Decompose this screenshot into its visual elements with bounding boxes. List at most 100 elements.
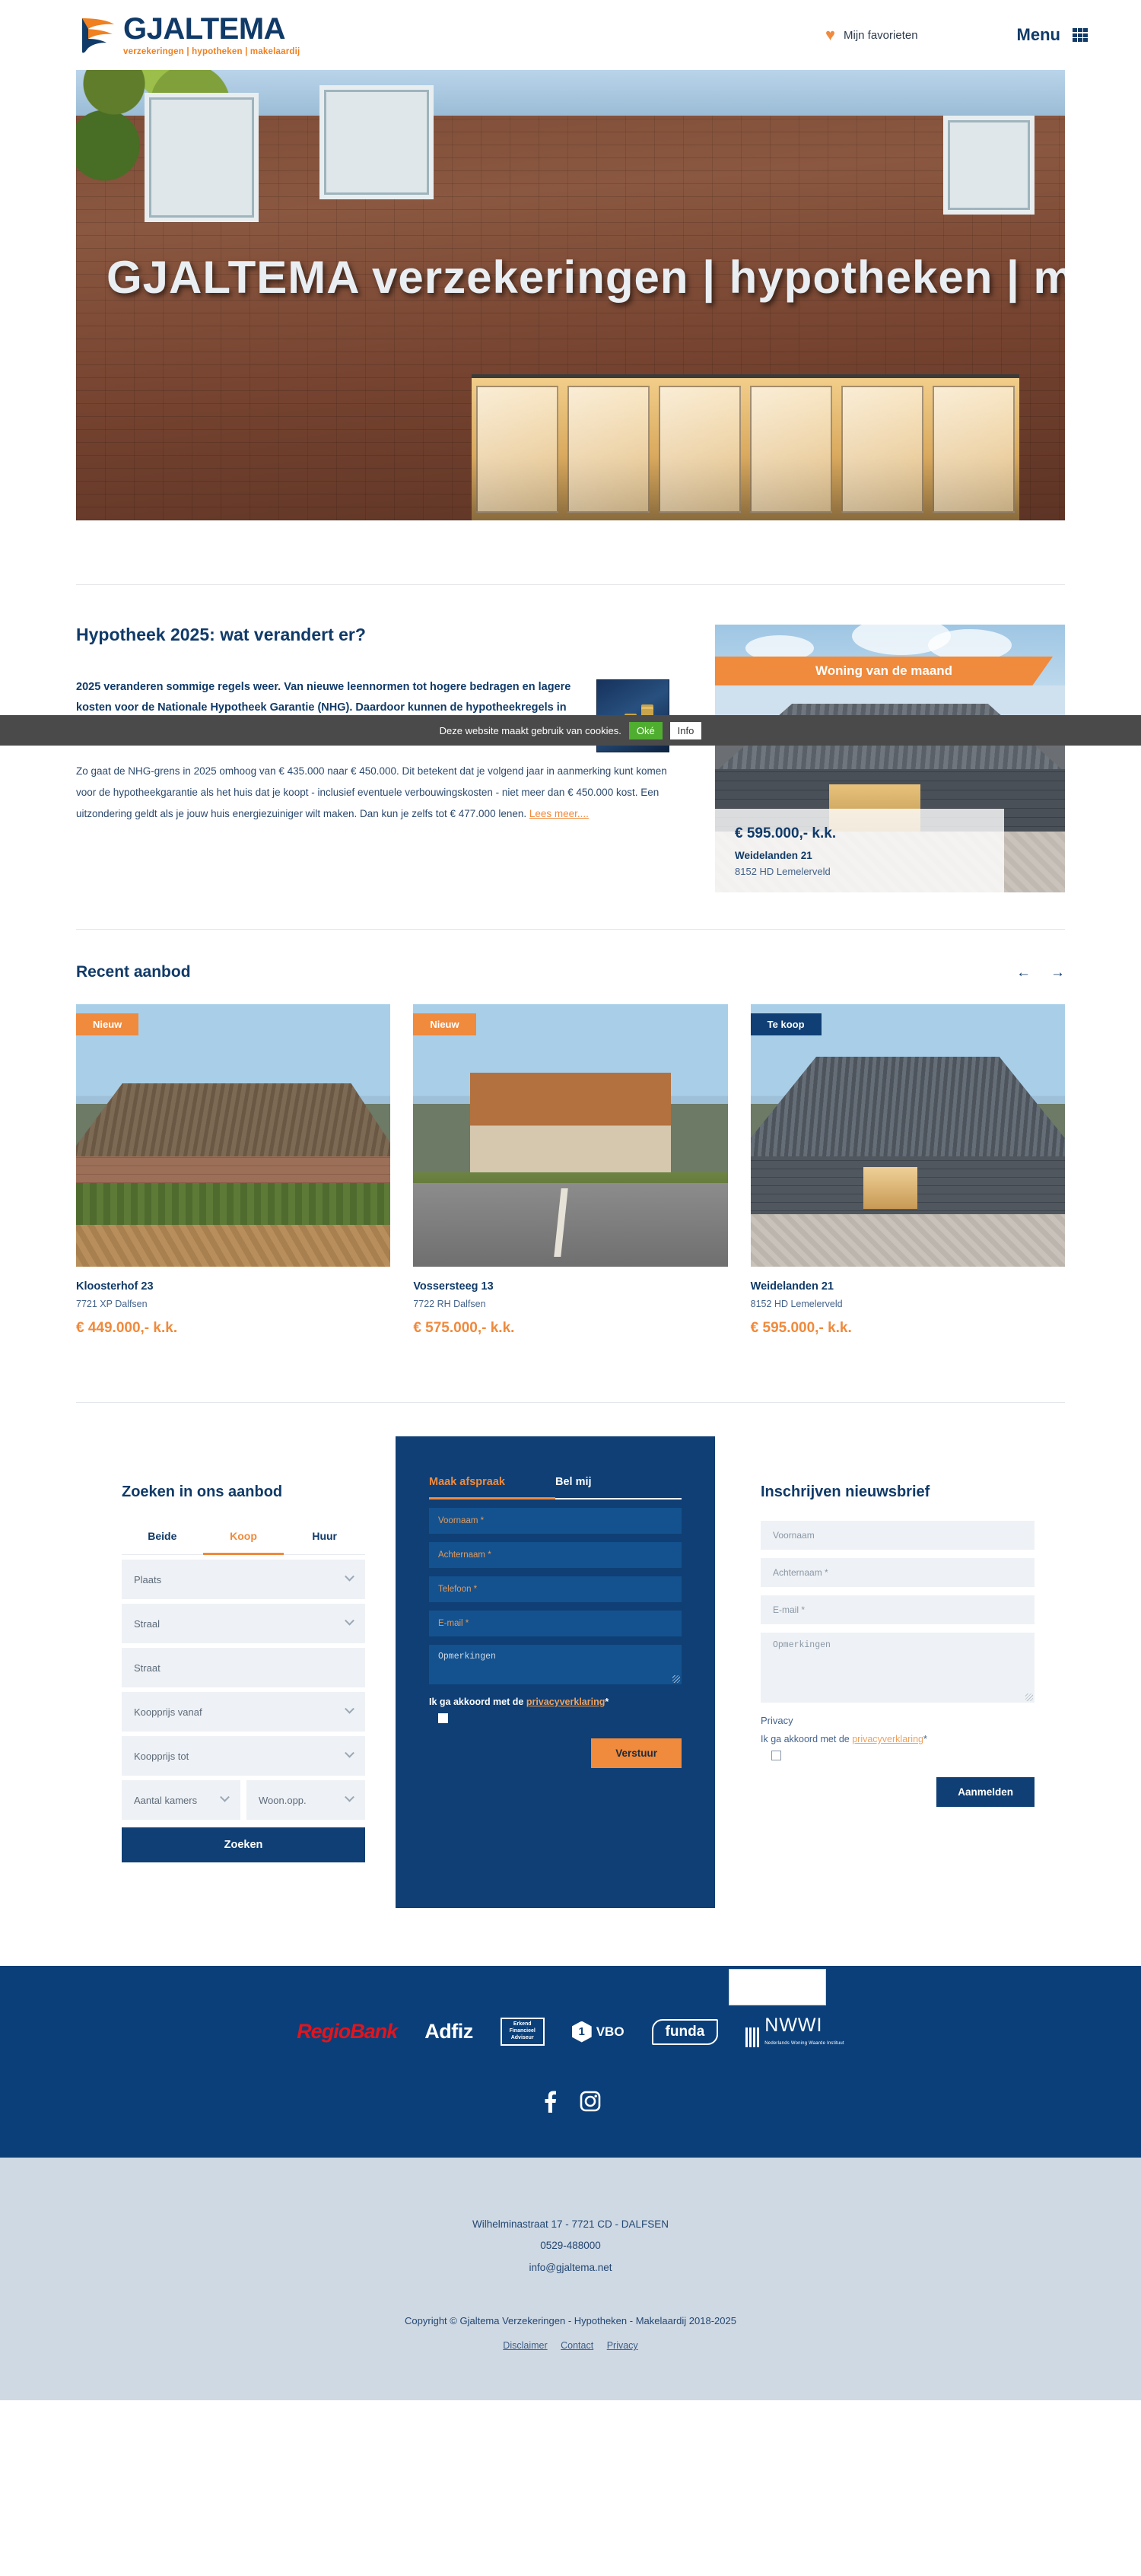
newsletter-input-voornaam[interactable]: Voornaam xyxy=(761,1521,1035,1550)
input-email-placeholder: E-mail * xyxy=(438,1619,469,1628)
footer-link-disclaimer[interactable]: Disclaimer xyxy=(503,2340,547,2351)
menu-button[interactable]: Menu xyxy=(1017,25,1088,45)
search-form: Zoeken in ons aanbod Beide Koop Huur Pla… xyxy=(76,1436,396,1862)
nwwi-logo: NWWI xyxy=(764,2015,823,2036)
input-straat[interactable]: Straat xyxy=(122,1648,365,1687)
cookie-accept-button[interactable]: Oké xyxy=(628,721,663,739)
tab-huur[interactable]: Huur xyxy=(284,1521,365,1554)
hero-sign-text: GJALTEMA verzekeringen | hypotheken | ma… xyxy=(106,252,1065,303)
resize-grip-icon[interactable] xyxy=(672,1675,680,1683)
newsletter-privacy-checkbox[interactable] xyxy=(771,1751,781,1760)
input-achternaam[interactable]: Achternaam * xyxy=(429,1542,682,1568)
resize-grip-icon[interactable] xyxy=(1025,1693,1033,1701)
listing-price: € 449.000,- k.k. xyxy=(76,1320,178,1336)
arrow-right-icon[interactable]: → xyxy=(1050,965,1065,980)
newsletter-privacy-link[interactable]: privacyverklaring xyxy=(852,1734,923,1744)
partner-adfiz[interactable]: Adfiz xyxy=(424,2020,473,2043)
woning-price: € 595.000,- k.k. xyxy=(735,825,837,841)
listing-card[interactable]: Te koop Weidelanden 21 8152 HD Lemelerve… xyxy=(750,1004,1065,1337)
recent-title: Recent aanbod xyxy=(76,963,191,981)
select-woonopp[interactable]: Woon.opp. xyxy=(246,1780,365,1820)
partner-regiobank[interactable]: RegioBank xyxy=(297,2020,398,2043)
select-aantal-kamers-label: Aantal kamers xyxy=(134,1794,198,1806)
recent-listings-section: Recent aanbod ← → Nieuw Kloosterhof 23 7… xyxy=(76,930,1065,1337)
input-telefoon[interactable]: Telefoon * xyxy=(429,1576,682,1602)
site-logo[interactable]: GJALTEMA verzekeringen | hypotheken | ma… xyxy=(76,14,300,57)
woning-city: 8152 HD Lemelerveld xyxy=(735,866,831,877)
select-plaats[interactable]: Plaats xyxy=(122,1560,365,1599)
recaptcha-widget[interactable] xyxy=(729,1969,826,2005)
input-email[interactable]: E-mail * xyxy=(429,1611,682,1636)
tab-maak-afspraak[interactable]: Maak afspraak xyxy=(429,1468,555,1499)
woning-sky: Woning van de maand xyxy=(715,625,1065,685)
appointment-tabs: Maak afspraak Bel mij xyxy=(429,1468,682,1499)
partner-vbo[interactable]: 1 VBO xyxy=(571,2021,625,2043)
listing-card[interactable]: Nieuw Vossersteeg 13 7722 RH Dalfsen € 5… xyxy=(413,1004,728,1337)
instagram-icon[interactable] xyxy=(580,2090,601,2116)
heart-icon: ♥ xyxy=(825,25,835,44)
listing-photo: Te koop xyxy=(750,1004,1065,1267)
property-of-the-month-card[interactable]: Woning van de maand € 595.000,- k.k. Wei… xyxy=(715,625,1065,892)
footer-phone[interactable]: 0529-488000 xyxy=(76,2235,1065,2256)
newsletter-privacy-suffix: * xyxy=(923,1734,927,1744)
favorites-label: Mijn favorieten xyxy=(844,28,918,42)
appointment-privacy-suffix: * xyxy=(605,1697,609,1707)
newsletter-form: Inschrijven nieuwsbrief Voornaam Achtern… xyxy=(715,1436,1035,1807)
newsletter-textarea-opmerkingen[interactable]: Opmerkingen xyxy=(761,1633,1035,1703)
cookie-info-button[interactable]: Info xyxy=(669,721,702,739)
tab-beide[interactable]: Beide xyxy=(122,1521,203,1554)
hero-window xyxy=(319,85,434,199)
efa-line2: Financieel xyxy=(509,2028,536,2034)
newsletter-privacy-prefix: Ik ga akkoord met de xyxy=(761,1734,853,1744)
input-voornaam-placeholder: Voornaam * xyxy=(438,1516,485,1525)
partner-funda[interactable]: funda xyxy=(651,2018,719,2045)
select-straal[interactable]: Straal xyxy=(122,1604,365,1643)
regiobank-logo: RegioBank xyxy=(297,2020,398,2043)
footer-email[interactable]: info@gjaltema.net xyxy=(76,2257,1065,2279)
facebook-icon[interactable] xyxy=(540,2090,560,2116)
listing-badge: Nieuw xyxy=(413,1013,476,1035)
partner-nwwi[interactable]: NWWI Nederlands Woning Waarde Instituut xyxy=(745,2016,844,2047)
listing-badge: Te koop xyxy=(750,1013,822,1035)
arrow-left-icon[interactable]: ← xyxy=(1016,965,1031,980)
select-woonopp-label: Woon.opp. xyxy=(259,1794,307,1806)
nwwi-subtitle: Nederlands Woning Waarde Instituut xyxy=(764,2041,844,2046)
footer-copyright: Copyright © Gjaltema Verzekeringen - Hyp… xyxy=(405,2315,736,2327)
textarea-opmerkingen[interactable]: Opmerkingen xyxy=(429,1645,682,1684)
listing-card[interactable]: Nieuw Kloosterhof 23 7721 XP Dalfsen € 4… xyxy=(76,1004,391,1337)
verstuur-button[interactable]: Verstuur xyxy=(591,1738,682,1768)
footer-address: Wilhelminastraat 17 - 7721 CD - DALFSEN xyxy=(472,2218,669,2230)
input-voornaam[interactable]: Voornaam * xyxy=(429,1508,682,1534)
listing-title: Vossersteeg 13 xyxy=(413,1280,494,1293)
appointment-privacy-prefix: Ik ga akkoord met de xyxy=(429,1697,526,1707)
newsletter-input-achternaam[interactable]: Achternaam * xyxy=(761,1558,1035,1587)
partner-erkend-financieel-adviseur[interactable]: Erkend Financieel Adviseur xyxy=(500,2018,545,2046)
newsletter-heading: Inschrijven nieuwsbrief xyxy=(761,1484,930,1500)
aanmelden-button[interactable]: Aanmelden xyxy=(936,1777,1035,1807)
select-koopprijs-tot[interactable]: Koopprijs tot xyxy=(122,1736,365,1776)
search-form-tabs: Beide Koop Huur xyxy=(122,1521,365,1555)
chevron-down-icon xyxy=(345,1615,354,1626)
cookie-message: Deze website maakt gebruik van cookies. xyxy=(439,724,621,736)
listing-zip: 7721 XP Dalfsen xyxy=(76,1299,148,1309)
chevron-down-icon xyxy=(345,1571,354,1582)
newsletter-voornaam-placeholder: Voornaam xyxy=(773,1530,815,1541)
footer-link-contact[interactable]: Contact xyxy=(561,2340,593,2351)
appointment-privacy-link[interactable]: privacyverklaring xyxy=(526,1697,605,1707)
read-more-link[interactable]: Lees meer.... xyxy=(529,808,589,819)
newsletter-input-email[interactable]: E-mail * xyxy=(761,1595,1035,1624)
input-telefoon-placeholder: Telefoon * xyxy=(438,1585,478,1594)
select-koopprijs-vanaf[interactable]: Koopprijs vanaf xyxy=(122,1692,365,1732)
select-aantal-kamers[interactable]: Aantal kamers xyxy=(122,1780,240,1820)
tab-bel-mij[interactable]: Bel mij xyxy=(555,1468,682,1498)
footer-link-privacy[interactable]: Privacy xyxy=(607,2340,638,2351)
favorites-link[interactable]: ♥ Mijn favorieten xyxy=(825,27,918,43)
appointment-privacy-checkbox[interactable] xyxy=(438,1713,448,1723)
listing-badge: Nieuw xyxy=(76,1013,139,1035)
newsletter-privacy-heading: Privacy xyxy=(761,1715,793,1726)
zoeken-button[interactable]: Zoeken xyxy=(122,1827,365,1862)
newsletter-privacy-line: Ik ga akkoord met de privacyverklaring* xyxy=(761,1734,1035,1744)
recent-header: Recent aanbod ← → xyxy=(76,963,1065,981)
listing-price: € 575.000,- k.k. xyxy=(413,1320,515,1336)
tab-koop[interactable]: Koop xyxy=(202,1521,284,1555)
